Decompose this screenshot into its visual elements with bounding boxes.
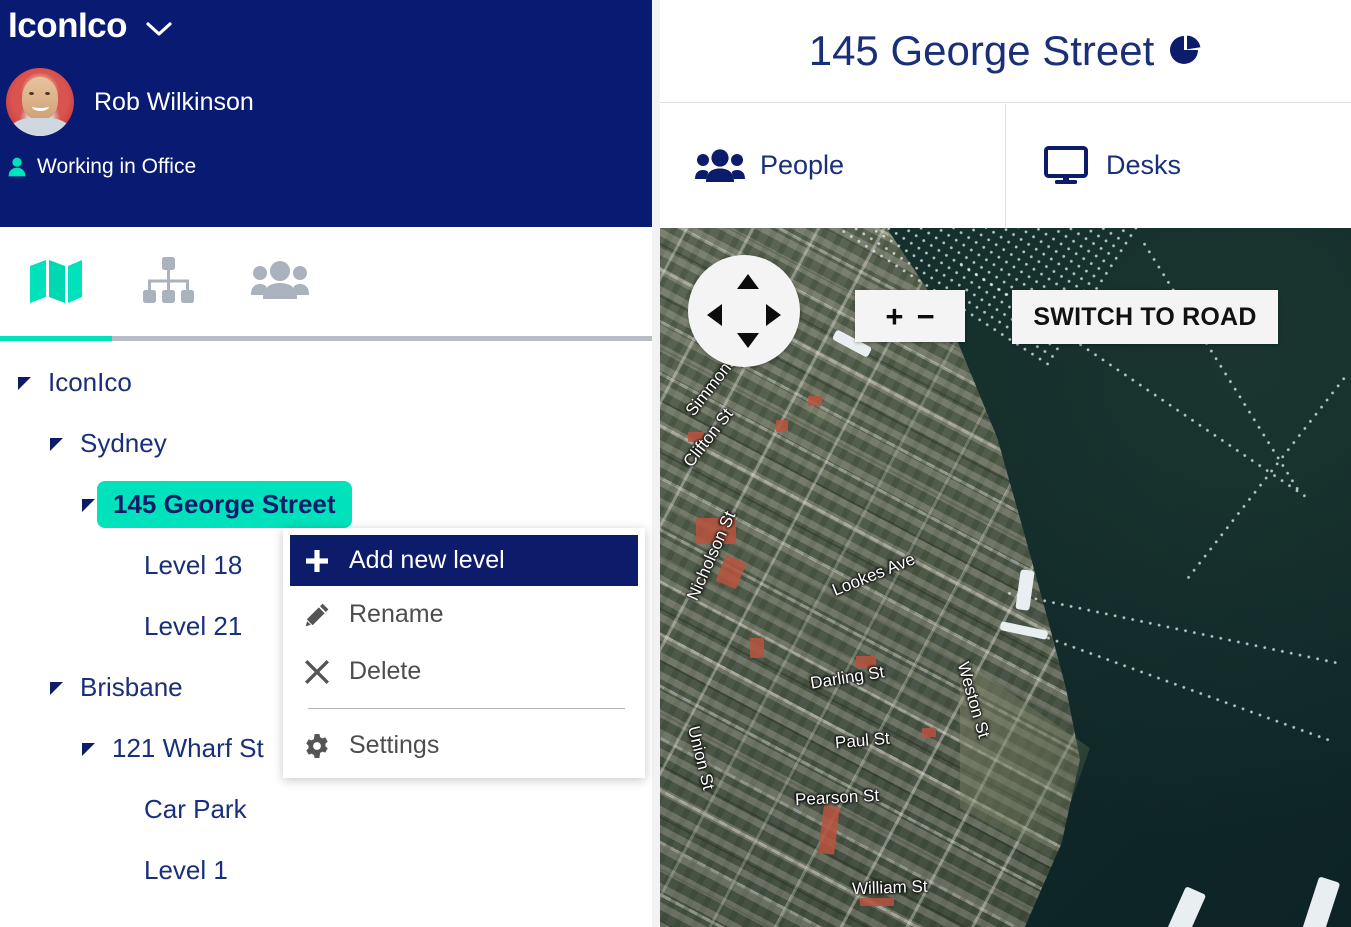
pan-right-arrow[interactable] bbox=[766, 304, 781, 326]
sidebar-tab-map[interactable] bbox=[0, 227, 112, 337]
tree-item[interactable]: Sydney bbox=[0, 413, 652, 474]
context-menu-item-settings[interactable]: Settings bbox=[283, 717, 645, 774]
plus-icon bbox=[304, 548, 334, 574]
sidebar-tab-org-chart[interactable] bbox=[112, 227, 224, 337]
map-view[interactable]: Simmons St Clifton St Nicholson St Lookes A… bbox=[660, 228, 1351, 927]
tree-item-label: Sydney bbox=[80, 428, 167, 458]
pan-control-icon[interactable] bbox=[688, 255, 800, 367]
page-title: 145 George Street bbox=[808, 27, 1155, 74]
switch-to-road-label: SWITCH TO ROAD bbox=[1033, 302, 1257, 331]
person-icon bbox=[6, 154, 28, 180]
tree-item-label: Level 18 bbox=[144, 550, 243, 580]
pan-left-arrow[interactable] bbox=[707, 304, 722, 326]
user-status-label: Working in Office bbox=[37, 155, 197, 178]
tree-item[interactable]: Car Park bbox=[0, 779, 652, 840]
tree-arrow-spacer bbox=[110, 860, 132, 882]
context-menu-item-label: Delete bbox=[349, 657, 422, 685]
tree-arrow-spacer bbox=[110, 616, 132, 638]
tab-desks-label: Desks bbox=[1106, 150, 1182, 180]
people-icon bbox=[251, 259, 309, 306]
tab-people-label: People bbox=[760, 150, 845, 180]
context-menu-item-label: Add new level bbox=[349, 546, 505, 574]
context-menu-item-add-new-level[interactable]: Add new level bbox=[290, 535, 638, 586]
org-switcher[interactable]: IconIco bbox=[8, 8, 174, 43]
tree-arrow-spacer bbox=[110, 555, 132, 577]
map-icon bbox=[28, 257, 84, 308]
user-name: Rob Wilkinson bbox=[94, 87, 254, 116]
tree-item-label: Level 1 bbox=[144, 855, 228, 885]
zoom-control[interactable]: + − bbox=[855, 290, 965, 342]
pan-up-arrow[interactable] bbox=[737, 274, 759, 289]
tree-item[interactable]: IconIco bbox=[0, 352, 652, 413]
zoom-out-button[interactable]: − bbox=[917, 301, 935, 332]
tree-item-label: 121 Wharf St bbox=[112, 733, 264, 763]
tree-item-label: Brisbane bbox=[80, 672, 183, 702]
monitor-icon bbox=[1038, 145, 1094, 186]
context-menu-item-label: Settings bbox=[349, 731, 440, 759]
org-chart-icon bbox=[141, 256, 195, 309]
tree-arrow-spacer bbox=[110, 799, 132, 821]
tree-item[interactable]: 145 George Street bbox=[0, 474, 652, 535]
avatar bbox=[6, 68, 74, 136]
close-icon bbox=[304, 659, 334, 685]
people-icon bbox=[692, 148, 748, 184]
tree-item[interactable]: Level 1 bbox=[0, 840, 652, 901]
tree-item-label: Car Park bbox=[144, 794, 247, 824]
context-menu[interactable]: Add new level Rename Delete Settings bbox=[283, 528, 645, 778]
tab-desks[interactable]: Desks bbox=[1005, 104, 1351, 227]
chevron-down-icon[interactable] bbox=[144, 19, 174, 39]
context-menu-separator bbox=[308, 708, 625, 709]
context-menu-item-rename[interactable]: Rename bbox=[283, 586, 645, 643]
zoom-in-button[interactable]: + bbox=[885, 301, 903, 332]
sidebar: IconIco Rob Wilkinson Working in Office … bbox=[0, 0, 652, 927]
sidebar-header: IconIco Rob Wilkinson Working in Office bbox=[0, 0, 652, 227]
tab-people[interactable]: People bbox=[660, 104, 1005, 227]
app-root: IconIco Rob Wilkinson Working in Office … bbox=[0, 0, 1351, 927]
pie-chart-icon[interactable] bbox=[1168, 34, 1202, 68]
pan-down-arrow[interactable] bbox=[737, 333, 759, 348]
sidebar-tab-people[interactable] bbox=[224, 227, 336, 337]
tree-item-label: Level 21 bbox=[144, 611, 243, 641]
tree-expand-arrow-icon[interactable] bbox=[14, 372, 36, 394]
context-menu-item-delete[interactable]: Delete bbox=[283, 643, 645, 700]
sidebar-tabs bbox=[0, 227, 652, 344]
switch-to-road-button[interactable]: SWITCH TO ROAD bbox=[1012, 290, 1278, 344]
gear-icon bbox=[304, 733, 334, 759]
user-profile[interactable]: Rob Wilkinson bbox=[6, 68, 254, 136]
pencil-icon bbox=[304, 602, 334, 628]
sidebar-tab-active-indicator bbox=[0, 336, 112, 341]
tree-expand-arrow-icon[interactable] bbox=[46, 677, 68, 699]
sidebar-tab-underline bbox=[0, 336, 652, 341]
tree-expand-arrow-icon[interactable] bbox=[78, 738, 100, 760]
main-tabs: People Desks bbox=[660, 104, 1351, 227]
main-panel: 145 George Street People Desks Simmons S… bbox=[660, 0, 1351, 927]
context-menu-item-label: Rename bbox=[349, 600, 444, 628]
tree-item-label: 145 George Street bbox=[97, 481, 352, 528]
tree-item-label: IconIco bbox=[48, 367, 132, 397]
page-title-bar: 145 George Street bbox=[660, 0, 1351, 103]
user-status[interactable]: Working in Office bbox=[6, 154, 196, 180]
tree-expand-arrow-icon[interactable] bbox=[46, 433, 68, 455]
org-name: IconIco bbox=[8, 6, 128, 45]
